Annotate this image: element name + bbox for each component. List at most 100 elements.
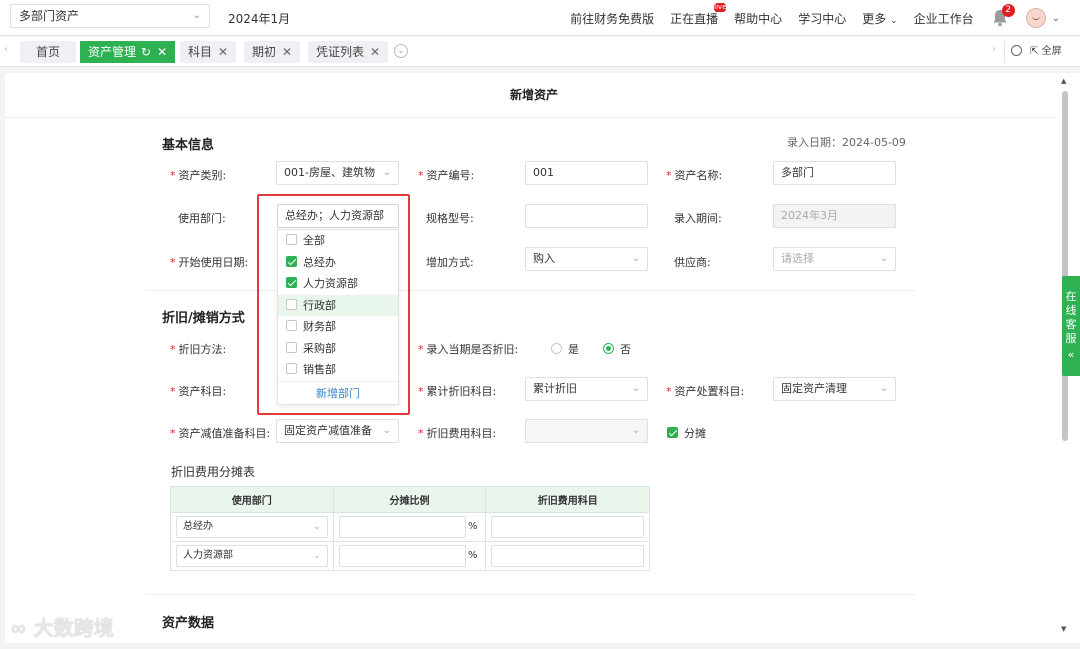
close-icon[interactable]: ✕ [218, 45, 228, 59]
notification-bell[interactable]: 2 [992, 4, 1015, 27]
current-period[interactable]: 2024年1月 [228, 10, 290, 27]
expand-icon: ⇱ [1030, 46, 1039, 57]
table-row: 人力资源部 ⌄ % [170, 541, 650, 571]
allocate-checkbox[interactable]: 分摊 [667, 425, 706, 441]
tabs-more-icon[interactable]: ⌄ [394, 44, 408, 58]
disposal-select[interactable]: 固定资产清理 ⌄ [773, 377, 896, 401]
double-chevron-left-icon: « [1067, 348, 1075, 361]
table-cell [485, 512, 650, 542]
table-cell: 总经办 ⌄ [170, 512, 334, 542]
collapse-icon[interactable] [1011, 45, 1022, 56]
radio-no[interactable]: 否 [603, 341, 631, 357]
scroll-down-icon[interactable]: ▼ [1061, 625, 1066, 633]
section-basic-info: 基本信息 [162, 138, 215, 153]
alloc-table: 使用部门 分摊比例 折旧费用科目 总经办 ⌄ % 人力资源部 ⌄ % [170, 486, 650, 571]
entry-period-input: 2024年3月 [773, 204, 896, 228]
chevron-down-icon: ⌄ [631, 253, 640, 264]
row-subject-input[interactable] [491, 516, 644, 538]
tabs-bar: ‹ 首页 资产管理 ↻ ✕ 科目 ✕ 期初 ✕ 凭证列表 ✕ ⌄ › ⇱ 全屏 [0, 37, 1080, 67]
col-header-ratio: 分摊比例 [332, 486, 487, 513]
online-service-label: 在线客服 [1065, 290, 1077, 345]
company-select[interactable]: 多部门资产 ⌄ [10, 4, 210, 28]
chevron-down-icon: ⌄ [312, 522, 321, 532]
close-icon[interactable]: ✕ [157, 45, 167, 59]
current-depr-label: * 录入当期是否折旧: [418, 343, 519, 356]
avatar[interactable] [1025, 8, 1046, 28]
refresh-icon[interactable]: ↻ [141, 45, 151, 59]
category-select[interactable]: 001-房屋、建筑物 ⌄ [276, 161, 399, 185]
table-cell: % [332, 541, 487, 571]
table-cell: % [332, 512, 487, 542]
chevron-right-icon[interactable]: › [992, 44, 996, 55]
accum-depr-select[interactable]: 累计折旧 ⌄ [525, 377, 648, 401]
scroll-up-icon[interactable]: ▲ [1061, 77, 1066, 85]
impairment-select[interactable]: 固定资产减值准备 ⌄ [276, 419, 399, 443]
nav-help-center[interactable]: 帮助中心 [734, 10, 782, 27]
tab-asset-management[interactable]: 资产管理 ↻ ✕ [80, 41, 176, 63]
row-dept-select[interactable]: 总经办 ⌄ [176, 516, 328, 538]
radio-yes[interactable]: 是 [551, 341, 579, 357]
expense-label: * 折旧费用科目: [418, 427, 497, 440]
tab-label: 凭证列表 [316, 45, 365, 59]
alloc-table-title: 折旧费用分摊表 [171, 465, 256, 479]
notification-count: 2 [1001, 4, 1015, 17]
scrollbar-thumb[interactable] [1062, 91, 1068, 441]
row-ratio-input[interactable] [338, 545, 466, 567]
add-method-select[interactable]: 购入 ⌄ [525, 247, 648, 271]
chevron-down-icon: ⌄ [382, 167, 391, 178]
chevron-down-icon: ⌄ [192, 10, 201, 21]
live-badge: live [714, 2, 727, 12]
chevron-down-icon: ⌄ [631, 383, 640, 394]
supplier-label: 供应商: [674, 256, 711, 269]
chevron-down-icon: ⌄ [312, 551, 321, 561]
online-service-button[interactable]: 在线客服 « [1062, 276, 1080, 376]
nav-live[interactable]: 正在直播 live [670, 2, 727, 27]
nav-live-label: 正在直播 [670, 11, 719, 26]
tab-home[interactable]: 首页 [20, 41, 76, 63]
table-cell [485, 541, 650, 571]
radio-no-circle [603, 343, 614, 354]
tab-subjects[interactable]: 科目 ✕ [180, 41, 237, 63]
row-subject-input[interactable] [491, 545, 644, 567]
close-icon[interactable]: ✕ [370, 45, 380, 59]
pct-unit: % [467, 521, 478, 532]
row-ratio-input[interactable] [338, 516, 466, 538]
name-label: * 资产名称: [666, 169, 723, 182]
spec-input[interactable] [525, 204, 648, 228]
close-icon[interactable]: ✕ [282, 45, 292, 59]
tab-voucher-list[interactable]: 凭证列表 ✕ [308, 41, 389, 63]
chevron-down-icon[interactable]: ⌄ [1052, 13, 1060, 24]
highlight-box [257, 194, 410, 415]
chevron-down-icon: ⌄ [890, 15, 898, 26]
section-asset-data: 资产数据 [162, 616, 215, 631]
nav-more-label: 更多 [862, 11, 887, 26]
company-select-value: 多部门资产 [19, 9, 80, 23]
supplier-select[interactable]: 请选择 ⌄ [773, 247, 896, 271]
top-nav: 前往财务免费版 正在直播 live 帮助中心 学习中心 更多 ⌄ 企业工作台 2… [554, 0, 1080, 36]
page-title: 新增资产 [5, 73, 1063, 118]
chevron-down-icon: ⌄ [631, 425, 640, 436]
add-method-label: 增加方式: [426, 256, 474, 269]
accum-depr-label: * 累计折旧科目: [418, 385, 497, 398]
fullscreen-label: 全屏 [1041, 46, 1062, 57]
row-dept-select[interactable]: 人力资源部 ⌄ [176, 545, 328, 567]
tab-opening[interactable]: 期初 ✕ [244, 41, 301, 63]
watermark: ∞ 大数跨境 [10, 616, 114, 640]
code-label: * 资产编号: [418, 169, 475, 182]
chevron-down-icon: ⌄ [879, 383, 888, 394]
nav-more[interactable]: 更多 ⌄ [862, 10, 897, 27]
fullscreen-button[interactable]: ⇱ 全屏 [1004, 41, 1080, 63]
nav-free-version[interactable]: 前往财务免费版 [570, 10, 654, 27]
expense-select[interactable]: ⌄ [525, 419, 648, 443]
method-label: * 折旧方法: [170, 343, 227, 356]
table-cell: 人力资源部 ⌄ [170, 541, 334, 571]
nav-enterprise-workbench[interactable]: 企业工作台 [914, 10, 974, 27]
chevron-left-icon[interactable]: ‹ [4, 44, 8, 55]
asset-subject-label: * 资产科目: [170, 385, 227, 398]
tab-label: 首页 [35, 45, 60, 59]
entry-period-label: 录入期间: [674, 212, 722, 225]
start-date-label: * 开始使用日期: [170, 256, 249, 269]
asset-name-input[interactable]: 多部门 [773, 161, 896, 185]
nav-learning-center[interactable]: 学习中心 [798, 10, 846, 27]
asset-code-input[interactable]: 001 [525, 161, 648, 185]
